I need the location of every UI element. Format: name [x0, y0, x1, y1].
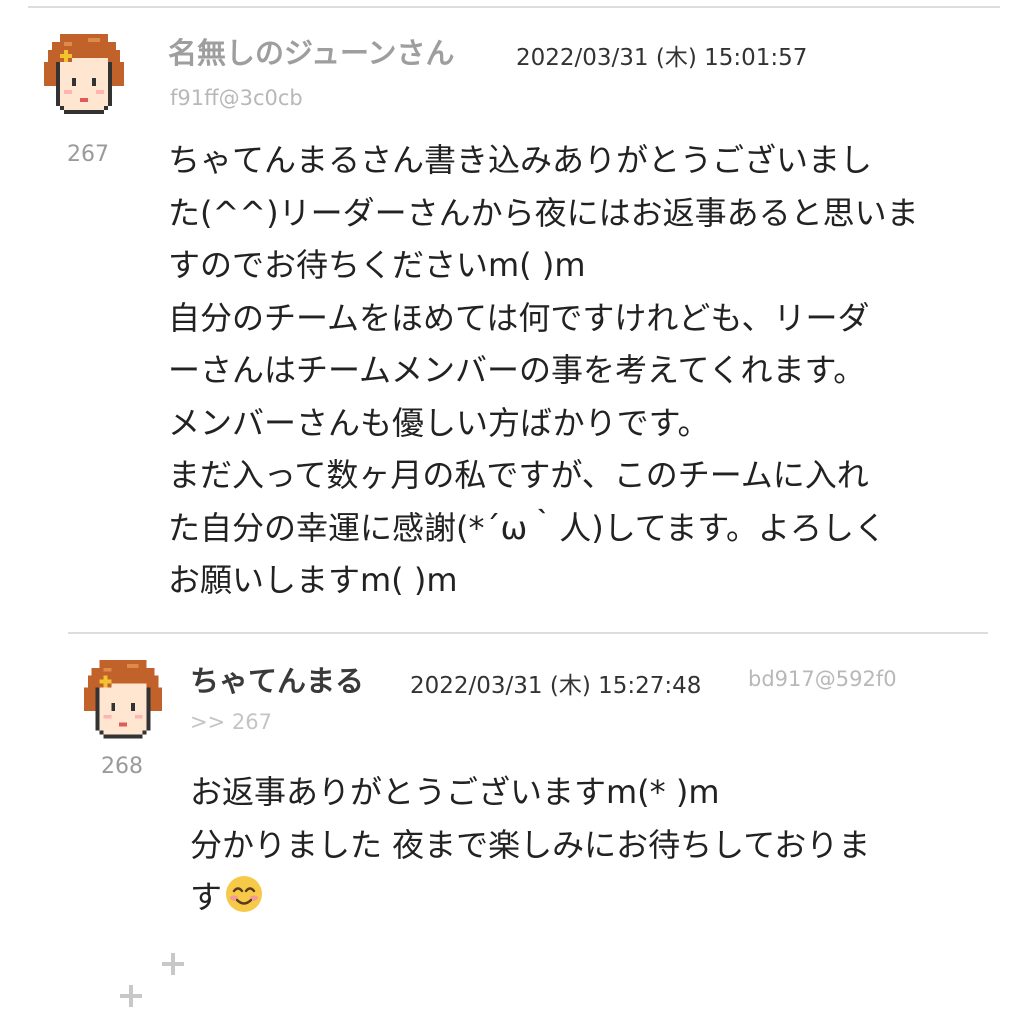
post-body-line-last: す	[190, 871, 870, 924]
poster-id: bd917@592f0	[748, 667, 897, 691]
post-body-line: た(^^)リーダーさんから夜にはお返事あると思いま	[168, 193, 919, 232]
post-body-line: すのでお待ちくださいm( )m	[168, 246, 586, 284]
smiling-face-icon	[224, 874, 264, 914]
top-divider	[28, 6, 1000, 8]
post-number[interactable]: 268	[82, 754, 162, 779]
post-body-line: お返事ありがとうございますm(* )m	[190, 773, 720, 811]
post-timestamp: 2022/03/31 (木) 15:27:48	[410, 673, 702, 699]
post-number[interactable]: 267	[48, 142, 128, 167]
reply-divider	[68, 632, 988, 634]
post-body-line: 自分のチームをほめては何ですけれども、リーダ	[168, 298, 870, 337]
poster-name: 名無しのジューンさん	[168, 36, 455, 70]
reply-anchor-link[interactable]: >> 267	[190, 710, 272, 734]
post-body-line: ちゃてんまるさん書き込みありがとうございまし	[168, 141, 873, 179]
post-body: ちゃてんまるさん書き込みありがとうございまし た(^^)リーダーさんから夜にはお…	[168, 134, 919, 607]
avatar[interactable]	[36, 30, 132, 126]
post-body-line: メンバーさんも優しい方ばかりです。	[168, 403, 710, 442]
plus-sparkle-icon	[162, 953, 184, 975]
poster-name: ちゃてんまる	[190, 664, 365, 698]
post-body-line: 分かりました 夜まで楽しみにお待ちしておりま	[190, 825, 871, 864]
post-body-line: お願いしますm( )m	[168, 561, 458, 599]
plus-sparkle-icon	[120, 985, 142, 1007]
post-body-line: ーさんはチームメンバーの事を考えてくれます。	[168, 351, 866, 389]
post-body-line: す	[190, 878, 223, 916]
avatar[interactable]	[76, 656, 170, 750]
post-timestamp: 2022/03/31 (木) 15:01:57	[516, 45, 808, 71]
post-body-line: まだ入って数ヶ月の私ですが、このチームに入れ	[168, 456, 869, 494]
post-body-line: た自分の幸運に感謝(*´ω｀人)してます。よろしく	[168, 508, 887, 547]
post-body: お返事ありがとうございますm(* )m 分かりました 夜まで楽しみにお待ちしてお…	[190, 766, 870, 924]
poster-id: f91ff@3c0cb	[170, 86, 303, 110]
